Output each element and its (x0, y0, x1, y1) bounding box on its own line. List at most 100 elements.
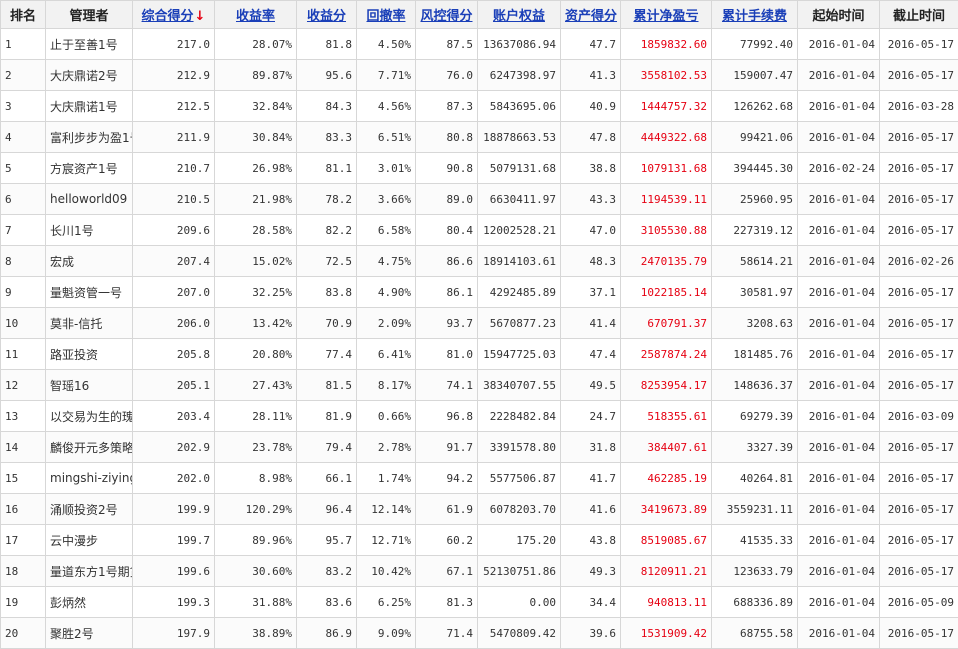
cell-return-score: 77.4 (297, 339, 357, 370)
cell-start-date: 2016-01-04 (798, 122, 880, 153)
header-equity[interactable]: 账户权益 (478, 1, 561, 29)
header-drawdown[interactable]: 回撤率 (357, 1, 416, 29)
cell-asset-score: 47.0 (561, 215, 621, 246)
header-composite-score[interactable]: 综合得分↓ (133, 1, 215, 29)
cell-net-profit: 1079131.68 (621, 153, 712, 184)
cell-rank: 16 (1, 494, 46, 525)
cell-equity: 4292485.89 (478, 277, 561, 308)
cell-composite-score: 210.7 (133, 153, 215, 184)
cell-return-score: 83.8 (297, 277, 357, 308)
cell-equity: 5670877.23 (478, 308, 561, 339)
cell-manager: 止于至善1号 (46, 29, 133, 60)
table-row: 12智瑶16205.127.43%81.58.17%74.138340707.5… (1, 370, 958, 401)
cell-net-profit: 940813.11 (621, 587, 712, 618)
cell-manager: 大庆鼎诺2号 (46, 60, 133, 91)
table-row: 16涌顺投资2号199.9120.29%96.412.14%61.9607820… (1, 494, 958, 525)
cell-rank: 14 (1, 432, 46, 463)
cell-equity: 13637086.94 (478, 29, 561, 60)
cell-rank: 9 (1, 277, 46, 308)
cell-end-date: 2016-05-09 (880, 587, 958, 618)
cell-net-profit: 4449322.68 (621, 122, 712, 153)
cell-net-profit: 1531909.42 (621, 618, 712, 649)
cell-return-rate: 27.43% (215, 370, 297, 401)
cell-net-profit: 384407.61 (621, 432, 712, 463)
cell-end-date: 2016-05-17 (880, 494, 958, 525)
cell-return-score: 83.2 (297, 556, 357, 587)
cell-drawdown: 2.09% (357, 308, 416, 339)
cell-equity: 6630411.97 (478, 184, 561, 215)
cell-risk-score: 87.3 (416, 91, 478, 122)
cell-risk-score: 81.0 (416, 339, 478, 370)
cell-start-date: 2016-01-04 (798, 587, 880, 618)
cell-equity: 175.20 (478, 525, 561, 556)
cell-drawdown: 4.75% (357, 246, 416, 277)
cell-fees: 394445.30 (712, 153, 798, 184)
cell-fees: 30581.97 (712, 277, 798, 308)
table-row: 6helloworld09210.521.98%78.23.66%89.0663… (1, 184, 958, 215)
cell-manager: 路亚投资 (46, 339, 133, 370)
cell-net-profit: 3558102.53 (621, 60, 712, 91)
cell-asset-score: 34.4 (561, 587, 621, 618)
cell-risk-score: 71.4 (416, 618, 478, 649)
cell-composite-score: 209.6 (133, 215, 215, 246)
cell-return-rate: 28.07% (215, 29, 297, 60)
header-start-date: 起始时间 (798, 1, 880, 29)
cell-drawdown: 6.58% (357, 215, 416, 246)
cell-risk-score: 94.2 (416, 463, 478, 494)
cell-start-date: 2016-01-04 (798, 618, 880, 649)
header-row: 排名 管理者 综合得分↓ 收益率 收益分 回撤率 风控得分 账户权益 资产得分 … (1, 1, 958, 29)
cell-fees: 3559231.11 (712, 494, 798, 525)
cell-end-date: 2016-05-17 (880, 60, 958, 91)
cell-start-date: 2016-01-04 (798, 215, 880, 246)
cell-fees: 181485.76 (712, 339, 798, 370)
cell-composite-score: 199.3 (133, 587, 215, 618)
cell-composite-score: 206.0 (133, 308, 215, 339)
cell-end-date: 2016-05-17 (880, 153, 958, 184)
header-manager: 管理者 (46, 1, 133, 29)
cell-risk-score: 67.1 (416, 556, 478, 587)
cell-end-date: 2016-03-28 (880, 91, 958, 122)
cell-risk-score: 93.7 (416, 308, 478, 339)
header-net-profit[interactable]: 累计净盈亏 (621, 1, 712, 29)
cell-fees: 58614.21 (712, 246, 798, 277)
cell-equity: 12002528.21 (478, 215, 561, 246)
cell-fees: 41535.33 (712, 525, 798, 556)
header-end-date: 截止时间 (880, 1, 958, 29)
cell-risk-score: 96.8 (416, 401, 478, 432)
table-row: 2大庆鼎诺2号212.989.87%95.67.71%76.06247398.9… (1, 60, 958, 91)
cell-end-date: 2016-05-17 (880, 525, 958, 556)
cell-equity: 18914103.61 (478, 246, 561, 277)
cell-drawdown: 6.41% (357, 339, 416, 370)
table-row: 8宏成207.415.02%72.54.75%86.618914103.6148… (1, 246, 958, 277)
table-row: 17云中漫步199.789.96%95.712.71%60.2175.2043.… (1, 525, 958, 556)
cell-rank: 7 (1, 215, 46, 246)
cell-return-score: 78.2 (297, 184, 357, 215)
cell-drawdown: 0.66% (357, 401, 416, 432)
cell-manager: 莫非-信托 (46, 308, 133, 339)
cell-composite-score: 197.9 (133, 618, 215, 649)
cell-risk-score: 80.4 (416, 215, 478, 246)
cell-return-rate: 13.42% (215, 308, 297, 339)
header-risk-score[interactable]: 风控得分 (416, 1, 478, 29)
cell-composite-score: 202.0 (133, 463, 215, 494)
cell-net-profit: 1444757.32 (621, 91, 712, 122)
cell-start-date: 2016-01-04 (798, 432, 880, 463)
header-asset-score[interactable]: 资产得分 (561, 1, 621, 29)
cell-return-score: 81.5 (297, 370, 357, 401)
cell-return-score: 82.2 (297, 215, 357, 246)
cell-manager: 大庆鼎诺1号 (46, 91, 133, 122)
header-return-score[interactable]: 收益分 (297, 1, 357, 29)
cell-start-date: 2016-01-04 (798, 246, 880, 277)
cell-manager: 涌顺投资2号 (46, 494, 133, 525)
header-fees[interactable]: 累计手续费 (712, 1, 798, 29)
cell-end-date: 2016-05-17 (880, 277, 958, 308)
cell-asset-score: 47.8 (561, 122, 621, 153)
cell-start-date: 2016-01-04 (798, 308, 880, 339)
cell-fees: 123633.79 (712, 556, 798, 587)
cell-manager: 麟俊开元多策略 (46, 432, 133, 463)
header-return-rate[interactable]: 收益率 (215, 1, 297, 29)
table-body: 1止于至善1号217.028.07%81.84.50%87.513637086.… (1, 29, 958, 649)
cell-manager: helloworld09 (46, 184, 133, 215)
table-row: 9量魁资管一号207.032.25%83.84.90%86.14292485.8… (1, 277, 958, 308)
table-row: 1止于至善1号217.028.07%81.84.50%87.513637086.… (1, 29, 958, 60)
